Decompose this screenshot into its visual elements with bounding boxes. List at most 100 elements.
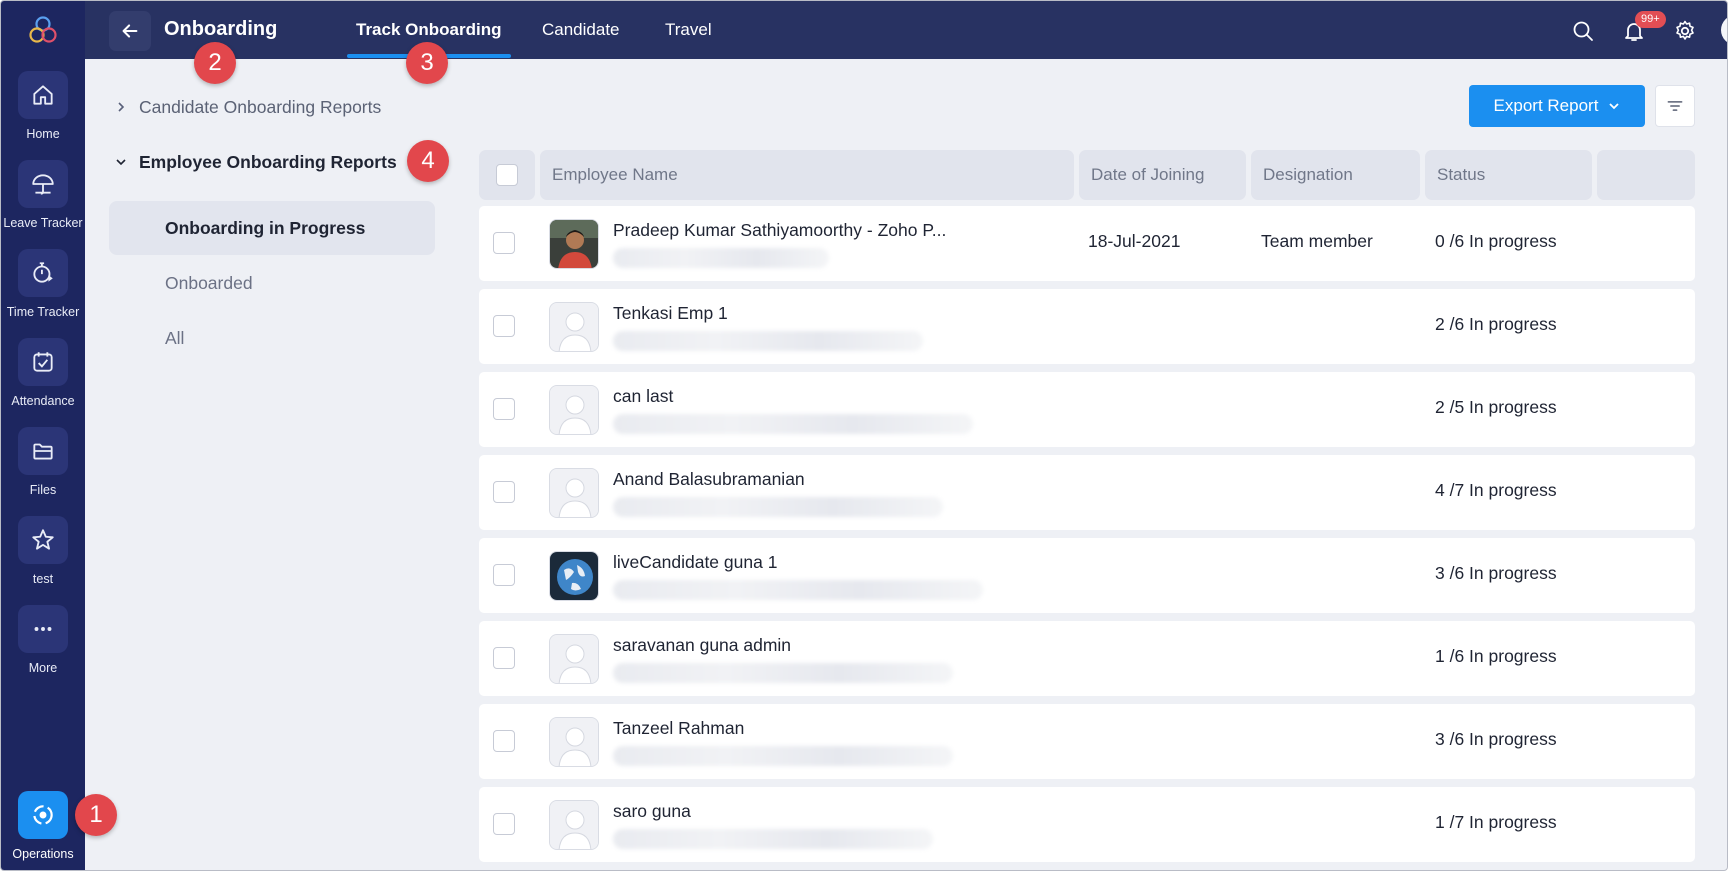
employee-name[interactable]: saro guna	[613, 801, 691, 822]
stopwatch-icon	[18, 249, 68, 297]
column-actions	[1597, 150, 1695, 200]
rail-item-files[interactable]: Files	[1, 427, 85, 515]
report-onboarded[interactable]: Onboarded	[109, 256, 435, 310]
app-logo-icon[interactable]	[25, 13, 61, 49]
rail-item-home[interactable]: Home	[1, 71, 85, 159]
column-date-of-joining[interactable]: Date of Joining	[1079, 150, 1246, 200]
report-all[interactable]: All	[109, 311, 435, 365]
blurred-email	[613, 414, 973, 434]
employee-name[interactable]: Tanzeel Rahman	[613, 718, 744, 739]
row-checkbox[interactable]	[493, 315, 515, 337]
chevron-down-icon	[115, 155, 129, 171]
rail-item-operations[interactable]: Operations	[1, 791, 85, 861]
top-bar: Onboarding Track Onboarding Candidate Tr…	[85, 1, 1727, 59]
rail-item-time-tracker[interactable]: Time Tracker	[1, 249, 85, 337]
onboarding-status[interactable]: 0 /6 In progress	[1435, 231, 1557, 252]
gear-icon[interactable]	[1673, 19, 1697, 43]
default-avatar-icon	[549, 634, 599, 684]
table-row[interactable]: Tenkasi Emp 1 2 /6 In progress	[479, 289, 1695, 364]
default-avatar-icon	[549, 717, 599, 767]
employee-name[interactable]: saravanan guna admin	[613, 635, 791, 656]
table-row[interactable]: Pradeep Kumar Sathiyamoorthy - Zoho P...…	[479, 206, 1695, 281]
onboarding-status[interactable]: 2 /6 In progress	[1435, 314, 1557, 335]
rail-item-test[interactable]: test	[1, 516, 85, 604]
employee-name[interactable]: liveCandidate guna 1	[613, 552, 777, 573]
step-marker: 4	[407, 140, 449, 182]
employee-name[interactable]: Anand Balasubramanian	[613, 469, 805, 490]
rail-item-label: Operations	[12, 847, 74, 861]
onboarding-status[interactable]: 3 /6 In progress	[1435, 729, 1557, 750]
report-group-candidate[interactable]: Candidate Onboarding Reports	[115, 97, 381, 118]
table-row[interactable]: can last 2 /5 In progress	[479, 372, 1695, 447]
step-marker: 3	[406, 42, 448, 84]
employee-photo	[549, 551, 599, 601]
search-icon[interactable]	[1571, 19, 1595, 43]
employee-name[interactable]: Pradeep Kumar Sathiyamoorthy - Zoho P...	[613, 220, 946, 241]
onboarding-status[interactable]: 4 /7 In progress	[1435, 480, 1557, 501]
column-status[interactable]: Status	[1425, 150, 1592, 200]
filter-icon	[1667, 101, 1683, 111]
rail-item-label: Home	[26, 127, 60, 141]
blurred-email	[613, 663, 953, 683]
calendar-check-icon	[18, 338, 68, 386]
row-checkbox[interactable]	[493, 232, 515, 254]
home-icon	[18, 71, 68, 119]
tab-candidate[interactable]: Candidate	[542, 20, 620, 40]
notification-badge: 99+	[1635, 11, 1666, 28]
column-employee-name[interactable]: Employee Name	[540, 150, 1074, 200]
export-report-button[interactable]: Export Report	[1469, 85, 1645, 127]
report-group-label: Employee Onboarding Reports	[139, 152, 397, 172]
select-all-checkbox[interactable]	[496, 164, 518, 186]
blurred-email	[613, 331, 923, 351]
row-checkbox[interactable]	[493, 564, 515, 586]
blurred-email	[613, 829, 933, 849]
operations-icon	[18, 791, 68, 839]
default-avatar-icon	[549, 800, 599, 850]
date-of-joining: 18-Jul-2021	[1088, 231, 1181, 251]
onboarding-status[interactable]: 1 /7 In progress	[1435, 812, 1557, 833]
row-checkbox[interactable]	[493, 647, 515, 669]
row-checkbox[interactable]	[493, 481, 515, 503]
filter-button[interactable]	[1655, 85, 1695, 127]
onboarding-status[interactable]: 3 /6 In progress	[1435, 563, 1557, 584]
left-rail: Home Leave Tracker Time Tracker Attendan…	[1, 1, 85, 870]
module-title: Onboarding	[164, 18, 278, 40]
back-button[interactable]	[109, 11, 151, 51]
table-row[interactable]: saro guna 1 /7 In progress	[479, 787, 1695, 862]
table-row[interactable]: saravanan guna admin 1 /6 In progress	[479, 621, 1695, 696]
report-group-label: Candidate Onboarding Reports	[139, 97, 382, 117]
chevron-down-icon	[1609, 103, 1620, 110]
employee-photo	[549, 219, 599, 269]
row-checkbox[interactable]	[493, 813, 515, 835]
report-group-employee[interactable]: Employee Onboarding Reports	[115, 152, 397, 173]
employee-name[interactable]: Tenkasi Emp 1	[613, 303, 728, 324]
step-marker: 1	[75, 794, 117, 836]
onboarding-status[interactable]: 1 /6 In progress	[1435, 646, 1557, 667]
tab-track-onboarding[interactable]: Track Onboarding	[356, 20, 501, 40]
rail-item-label: Attendance	[11, 394, 75, 408]
rail-item-more[interactable]: More	[1, 605, 85, 693]
employee-name[interactable]: can last	[613, 386, 673, 407]
table-row[interactable]: Tanzeel Rahman 3 /6 In progress	[479, 704, 1695, 779]
rail-item-label: Leave Tracker	[3, 216, 83, 230]
row-checkbox[interactable]	[493, 398, 515, 420]
report-onboarding-in-progress[interactable]: Onboarding in Progress	[109, 201, 435, 255]
rail-item-label: Time Tracker	[6, 305, 80, 319]
user-avatar[interactable]	[1721, 15, 1727, 45]
reports-panel: Candidate Onboarding Reports Employee On…	[85, 59, 465, 870]
table-row[interactable]: Anand Balasubramanian 4 /7 In progress	[479, 455, 1695, 530]
row-checkbox[interactable]	[493, 730, 515, 752]
select-all-cell	[479, 150, 535, 200]
umbrella-icon	[18, 160, 68, 208]
table-row[interactable]: liveCandidate guna 1 3 /6 In progress	[479, 538, 1695, 613]
default-avatar-icon	[549, 468, 599, 518]
tab-travel[interactable]: Travel	[665, 20, 712, 40]
export-report-label: Export Report	[1493, 96, 1599, 115]
column-designation[interactable]: Designation	[1251, 150, 1420, 200]
onboarding-status[interactable]: 2 /5 In progress	[1435, 397, 1557, 418]
rail-item-attendance[interactable]: Attendance	[1, 338, 85, 426]
star-icon	[18, 516, 68, 564]
blurred-email	[613, 746, 953, 766]
arrow-left-icon	[122, 24, 138, 38]
rail-item-leave-tracker[interactable]: Leave Tracker	[1, 160, 85, 248]
